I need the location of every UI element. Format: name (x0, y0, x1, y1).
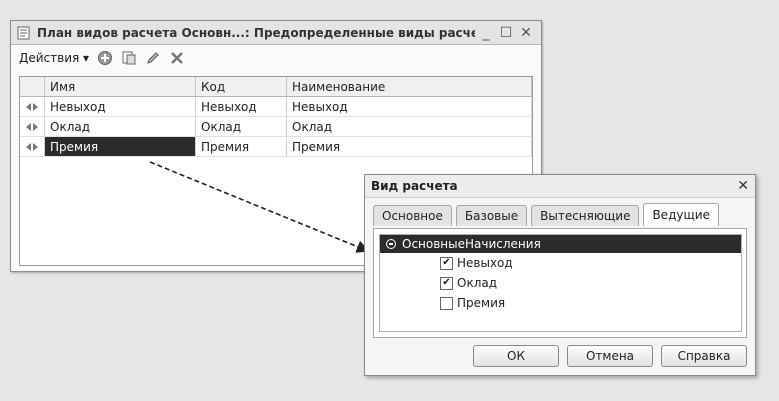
checkbox-unchecked[interactable] (440, 296, 453, 310)
list-item[interactable]: ✔ Оклад (380, 273, 741, 293)
item-label: Невыход (457, 256, 513, 270)
item-label: Оклад (457, 276, 498, 290)
list-item[interactable]: ✔ Невыход (380, 253, 741, 273)
tab-basic[interactable]: Основное (373, 205, 452, 226)
dialog-title: Вид расчета (371, 179, 458, 193)
help-button[interactable]: Справка (661, 345, 747, 367)
leading-tab-panel: ОсновныеНачисления ✔ Невыход ✔ Оклад Пре… (373, 228, 747, 338)
leading-types-tree: ОсновныеНачисления ✔ Невыход ✔ Оклад Пре… (379, 234, 742, 332)
tab-displacing[interactable]: Вытесняющие (531, 205, 640, 226)
cancel-button[interactable]: Отмена (567, 345, 653, 367)
dialog-buttons: ОК Отмена Справка (473, 345, 747, 367)
collapse-icon[interactable] (386, 239, 396, 249)
dialog-titlebar[interactable]: Вид расчета ✕ (365, 175, 755, 198)
tab-base[interactable]: Базовые (455, 205, 528, 226)
checkbox-checked[interactable]: ✔ (440, 256, 453, 270)
dialog-tabs: Основное Базовые Вытесняющие Ведущие (373, 203, 719, 226)
tab-leading[interactable]: Ведущие (643, 203, 719, 226)
item-label: Премия (457, 296, 506, 310)
tree-root-node[interactable]: ОсновныеНачисления (380, 235, 741, 253)
calculation-type-dialog: Вид расчета ✕ Основное Базовые Вытесняющ… (364, 174, 756, 376)
list-item[interactable]: Премия (380, 293, 741, 313)
ok-button[interactable]: ОК (473, 345, 559, 367)
dialog-close-icon[interactable]: ✕ (737, 178, 749, 194)
checkbox-checked[interactable]: ✔ (440, 276, 453, 290)
tree-root-label: ОсновныеНачисления (402, 237, 541, 251)
